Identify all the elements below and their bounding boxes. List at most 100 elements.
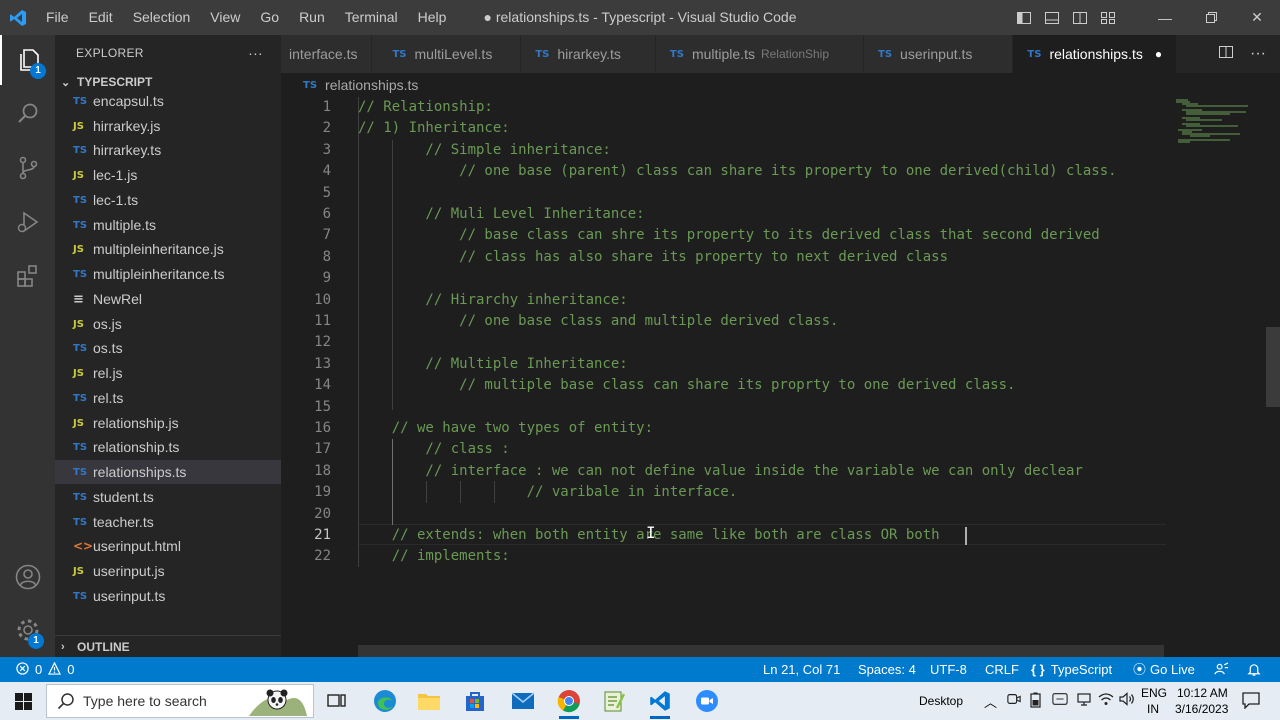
- file-item[interactable]: ≡ NewRel: [55, 287, 281, 311]
- file-item-selected[interactable]: TS relationships.ts: [55, 460, 281, 484]
- meet-now-icon[interactable]: [1007, 692, 1021, 709]
- file-item[interactable]: TS hirrarkey.ts: [55, 138, 281, 162]
- tab-multilevel[interactable]: TS multiLevel.ts: [372, 35, 522, 73]
- mail-icon[interactable]: [500, 682, 546, 720]
- menu-terminal[interactable]: Terminal: [335, 0, 408, 35]
- file-item[interactable]: TS lec-1.ts: [55, 188, 281, 212]
- desktop-toolbar-label[interactable]: Desktop: [919, 694, 963, 708]
- file-item[interactable]: JS hirrarkey.js: [55, 114, 281, 138]
- tab-userinput[interactable]: TS userinput.ts: [864, 35, 1014, 73]
- more-editor-actions-icon[interactable]: ···: [1250, 45, 1266, 63]
- horizontal-scrollbar[interactable]: [358, 645, 1164, 657]
- typescript-file-icon: TS: [1027, 48, 1042, 60]
- file-item[interactable]: JS userinput.js: [55, 559, 281, 583]
- problems-indicator[interactable]: 0 0: [16, 657, 74, 682]
- notifications-bell-icon[interactable]: [1247, 657, 1261, 682]
- menu-edit[interactable]: Edit: [79, 0, 123, 35]
- language-mode[interactable]: { } TypeScript: [1031, 657, 1112, 682]
- split-editor-icon[interactable]: [1218, 44, 1234, 65]
- accounts-icon[interactable]: [0, 552, 55, 602]
- file-item[interactable]: JS multipleinheritance.js: [55, 237, 281, 261]
- windows-start-button[interactable]: [0, 682, 46, 720]
- network-icon[interactable]: [1076, 692, 1092, 709]
- file-item[interactable]: JS lec-1.js: [55, 163, 281, 187]
- code-line: // 1) Inheritance:: [358, 120, 510, 137]
- feedback-icon[interactable]: [1214, 657, 1229, 682]
- show-hidden-icons-chevron-icon[interactable]: ︿: [984, 692, 997, 711]
- go-live-label: Go Live: [1150, 662, 1195, 677]
- zoom-icon[interactable]: [684, 682, 730, 720]
- minimap[interactable]: [1174, 97, 1264, 157]
- tab-relationships-active[interactable]: TS relationships.ts ●: [1013, 35, 1178, 73]
- eol-setting[interactable]: CRLF: [985, 657, 1019, 682]
- clock-date[interactable]: 3/16/2023: [1175, 702, 1228, 716]
- tab-multiple[interactable]: TS multiple.ts RelationShip: [655, 35, 865, 73]
- breadcrumb[interactable]: TS relationships.ts: [281, 73, 1280, 97]
- vertical-scrollbar[interactable]: [1266, 327, 1280, 407]
- unsaved-dot-icon[interactable]: ●: [1155, 47, 1162, 61]
- menu-run[interactable]: Run: [289, 0, 335, 35]
- file-item[interactable]: TS userinput.ts: [55, 584, 281, 608]
- bluetooth-icon[interactable]: [1052, 692, 1068, 709]
- toggle-sidebar-icon[interactable]: [1016, 10, 1032, 26]
- file-item[interactable]: JS os.js: [55, 312, 281, 336]
- language-label: TypeScript: [1050, 662, 1113, 677]
- code-editor[interactable]: 1 2 3 4 5 6 7 8 9 10 11 12 13 14 15 16 1…: [281, 97, 1280, 657]
- wifi-icon[interactable]: [1098, 692, 1114, 709]
- tab-hirarkey[interactable]: TS hirarkey.ts: [521, 35, 656, 73]
- file-item[interactable]: <> userinput.html: [55, 534, 281, 558]
- manage-gear-icon[interactable]: 1: [0, 605, 55, 655]
- file-item[interactable]: TS rel.ts: [55, 386, 281, 410]
- explorer-icon[interactable]: 1: [0, 35, 55, 85]
- file-explorer-icon[interactable]: [406, 682, 452, 720]
- battery-icon[interactable]: [1030, 692, 1041, 711]
- toggle-panel-icon[interactable]: [1044, 10, 1060, 26]
- chrome-browser-icon[interactable]: [546, 682, 592, 720]
- minimize-button[interactable]: —: [1142, 0, 1188, 35]
- cursor-position[interactable]: Ln 21, Col 71: [763, 657, 840, 682]
- taskbar-search-box[interactable]: Type here to search: [46, 684, 314, 718]
- customize-layout-icon[interactable]: [1100, 10, 1116, 26]
- extensions-icon[interactable]: [0, 251, 55, 301]
- breadcrumb-file[interactable]: relationships.ts: [325, 77, 418, 93]
- more-actions-icon[interactable]: ···: [248, 45, 263, 61]
- clock-time[interactable]: 10:12 AM: [1177, 686, 1228, 700]
- notepad-plus-plus-icon[interactable]: [591, 682, 637, 720]
- edge-browser-icon[interactable]: [362, 682, 408, 720]
- file-item[interactable]: JS relationship.js: [55, 411, 281, 435]
- task-view-icon[interactable]: [314, 682, 360, 720]
- typescript-file-icon: TS: [303, 79, 318, 91]
- source-control-icon[interactable]: [0, 143, 55, 193]
- folder-header[interactable]: ⌄ TYPESCRIPT: [55, 71, 281, 93]
- file-item[interactable]: TS encapsul.ts: [55, 95, 281, 113]
- vscode-taskbar-icon[interactable]: [637, 682, 683, 720]
- close-window-button[interactable]: ✕: [1234, 0, 1280, 35]
- file-item[interactable]: TS teacher.ts: [55, 510, 281, 534]
- menu-bar: File Edit Selection View Go Run Terminal…: [36, 0, 456, 35]
- menu-view[interactable]: View: [200, 0, 250, 35]
- restore-button[interactable]: [1188, 0, 1234, 35]
- action-center-icon[interactable]: [1242, 692, 1260, 712]
- menu-go[interactable]: Go: [250, 0, 289, 35]
- file-item[interactable]: TS student.ts: [55, 485, 281, 509]
- toggle-secondary-sidebar-icon[interactable]: [1072, 10, 1088, 26]
- file-item[interactable]: JS rel.js: [55, 361, 281, 385]
- go-live-button[interactable]: ⦿ Go Live: [1133, 657, 1195, 682]
- indentation-setting[interactable]: Spaces: 4: [858, 657, 916, 682]
- search-icon[interactable]: [0, 89, 55, 139]
- outline-section-header[interactable]: › OUTLINE: [55, 635, 281, 657]
- file-item[interactable]: TS multipleinheritance.ts: [55, 262, 281, 286]
- tab-interface[interactable]: interface.ts: [281, 35, 373, 73]
- menu-help[interactable]: Help: [408, 0, 457, 35]
- file-item[interactable]: TS os.ts: [55, 336, 281, 360]
- microsoft-store-icon[interactable]: [452, 682, 498, 720]
- volume-icon[interactable]: [1119, 692, 1135, 709]
- file-item[interactable]: TS multiple.ts: [55, 213, 281, 237]
- menu-selection[interactable]: Selection: [123, 0, 201, 35]
- run-debug-icon[interactable]: [0, 197, 55, 247]
- encoding-setting[interactable]: UTF-8: [930, 657, 967, 682]
- input-region[interactable]: IN: [1147, 702, 1159, 716]
- file-item[interactable]: TS relationship.ts: [55, 435, 281, 459]
- menu-file[interactable]: File: [36, 0, 79, 35]
- input-language[interactable]: ENG: [1141, 686, 1167, 700]
